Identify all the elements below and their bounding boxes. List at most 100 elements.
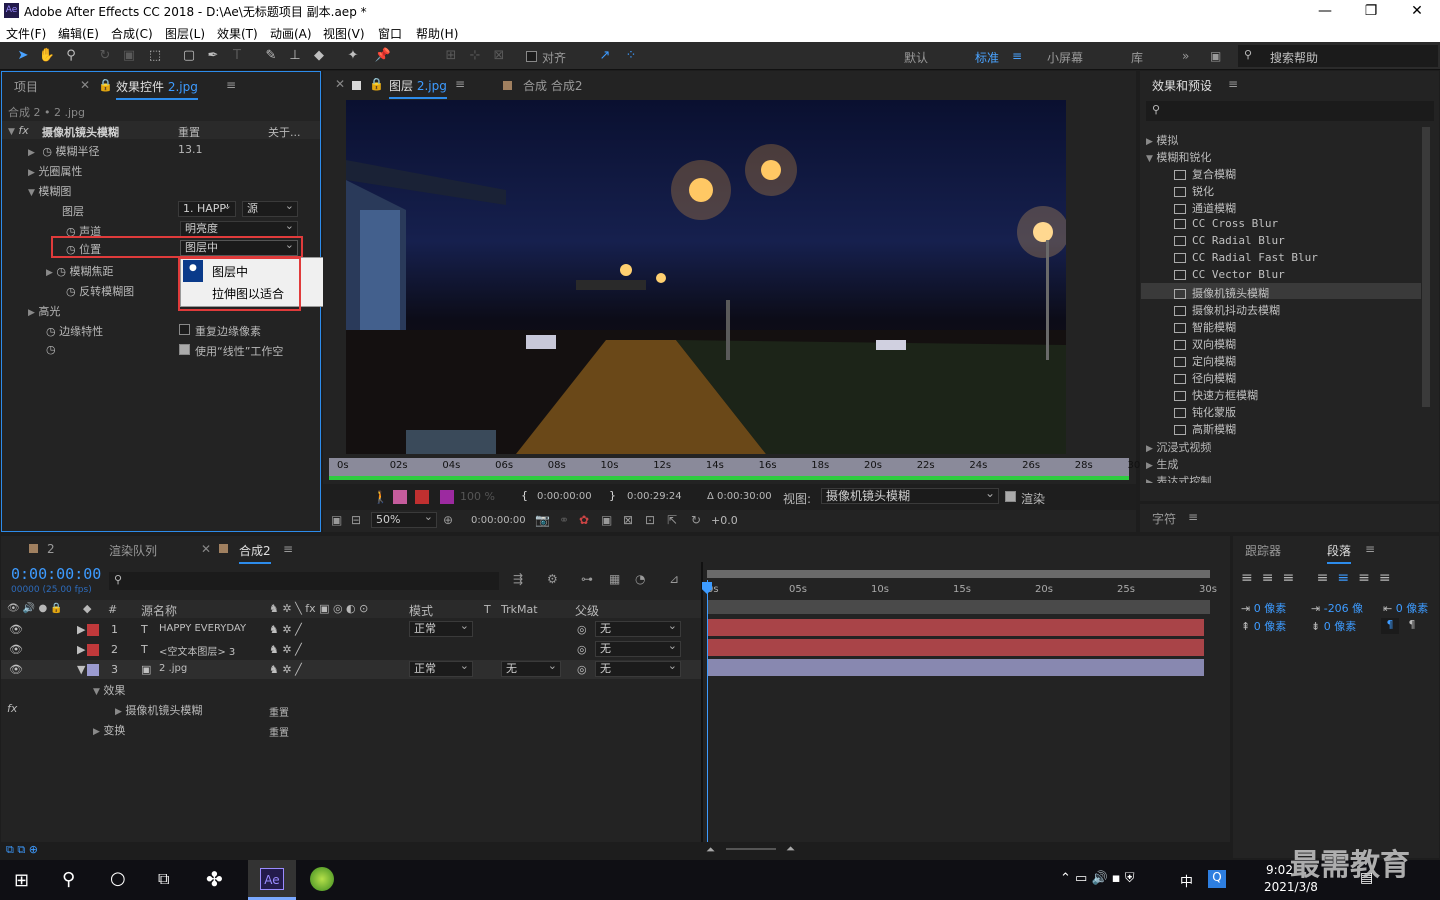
stopwatch-icon[interactable]: ◷ [56, 265, 66, 278]
layer-switches-icon[interactable]: ♞ ✲ ╱ [269, 623, 302, 636]
playhead[interactable] [707, 580, 708, 842]
menu-file[interactable]: 文件(F) [6, 25, 46, 42]
blur-radius-value[interactable]: 13.1 [178, 143, 203, 156]
tab-tracker[interactable]: 跟踪器 [1245, 542, 1281, 559]
visibility-icon[interactable]: 👁 [9, 643, 23, 656]
qq-icon[interactable]: Q [1208, 870, 1226, 888]
effect-item[interactable]: CC Radial Fast Blur [1174, 251, 1318, 264]
always-preview-icon[interactable]: ▣ [331, 513, 342, 527]
comp-mini-flowchart-icon[interactable]: ⇶ [513, 572, 523, 586]
effect-row[interactable]: ▶ 摄像机镜头模糊 [115, 702, 202, 718]
out-point-icon[interactable] [415, 490, 429, 504]
graph-editor-icon[interactable]: ⊿ [669, 572, 679, 586]
layer-mode-select[interactable]: 正常 [409, 659, 473, 677]
effect-item[interactable]: 双向模糊 [1174, 336, 1236, 352]
workspace-small-screen[interactable]: 小屏幕 [1047, 49, 1083, 66]
source-select[interactable]: 源 [242, 199, 298, 217]
frame-blend-icon[interactable]: ▦ [609, 572, 620, 586]
layer-mode-select[interactable]: 正常 [409, 619, 473, 637]
menu-composition[interactable]: 合成(C) [111, 25, 153, 42]
layer-label-color[interactable] [87, 624, 99, 636]
menu-effect[interactable]: 效果(T) [217, 25, 258, 42]
lock-icon[interactable]: 🔒 [98, 78, 113, 92]
zoom-slider[interactable] [726, 848, 776, 850]
selection-tool-icon[interactable]: ➤ [14, 47, 32, 65]
category-immersive[interactable]: ▶ 沉浸式视频 [1146, 439, 1211, 455]
category-blur-sharpen[interactable]: ▼ 模糊和锐化 [1146, 149, 1211, 165]
close-tab-icon[interactable]: ✕ [201, 542, 211, 556]
menu-animation[interactable]: 动画(A) [270, 25, 312, 42]
pickwhip-icon[interactable]: ◎ [577, 663, 587, 676]
effect-item[interactable]: 智能模糊 [1174, 319, 1236, 335]
close-icon[interactable]: ✕ [1394, 1, 1440, 21]
clone-stamp-tool-icon[interactable]: ⊥ [286, 47, 304, 65]
tab-paragraph[interactable]: 段落 [1327, 542, 1352, 564]
expand-layer-icon[interactable]: ▶ [77, 643, 85, 656]
sync-settings-icon[interactable]: ▣ [1210, 49, 1221, 63]
panel-menu-icon[interactable]: ≡ [283, 542, 293, 556]
timeline-ruler[interactable]: 0s 05s 10s 15s 20s 25s 30s [707, 580, 1217, 600]
menu-edit[interactable]: 编辑(E) [58, 25, 99, 42]
brush-tool-icon[interactable]: ✎ [262, 47, 280, 65]
prop-blur-map[interactable]: ▼ 模糊图 [28, 183, 71, 199]
effects-group[interactable]: ▼ 效果 [93, 682, 125, 698]
layer-search-input[interactable]: ⚲ [109, 572, 499, 590]
roto-brush-tool-icon[interactable]: ✦ [344, 47, 362, 65]
time-navigator[interactable] [707, 570, 1210, 578]
stopwatch-icon[interactable]: ◷ [46, 325, 56, 338]
axis-local-icon[interactable]: ⊞ [442, 47, 460, 65]
color-swatch[interactable] [440, 490, 454, 504]
layer-bar-3[interactable] [707, 659, 1204, 676]
effect-item[interactable]: 摄像机抖动去模糊 [1174, 302, 1280, 318]
work-area-bar[interactable] [707, 600, 1210, 614]
stopwatch-icon[interactable]: ◷ [66, 243, 76, 256]
effect-item[interactable]: CC Vector Blur [1174, 268, 1285, 281]
out-marker-icon[interactable]: } [609, 489, 616, 502]
task-view-icon[interactable]: ⧉ [158, 869, 169, 889]
panel-menu-icon[interactable]: ≡ [1365, 542, 1375, 556]
linear-workspace-checkbox[interactable] [179, 344, 190, 355]
tab-comp-number[interactable]: 2 [47, 542, 55, 556]
layer-parent-select[interactable]: 无 [595, 659, 681, 677]
col-source-name[interactable]: 源名称 [141, 602, 177, 619]
panel-menu-icon[interactable]: ≡ [1188, 510, 1198, 524]
timecode[interactable]: 0:00:00:00 [11, 565, 101, 583]
watermelon-app-icon[interactable] [310, 867, 334, 891]
view-select[interactable]: 摄像机镜头模糊 [821, 486, 999, 504]
layer-row[interactable]: 👁 ▶ 1 T HAPPY EVERYDAY ♞ ✲ ╱ ◎ 正常 无 [1, 619, 701, 639]
axis-view-icon[interactable]: ⊠ [490, 47, 508, 65]
transform-reset-link[interactable]: 重置 [269, 724, 289, 739]
workspace-libraries[interactable]: 库 [1131, 49, 1143, 66]
effects-scrollbar[interactable] [1422, 127, 1430, 407]
effect-item[interactable]: 定向模糊 [1174, 353, 1236, 369]
ae-taskbar-button[interactable]: Ae [248, 860, 296, 900]
puppet-pin-tool-icon[interactable]: 📌 [374, 47, 392, 65]
tab-layer[interactable]: 图层 2.jpg [389, 77, 447, 99]
opacity-value[interactable]: 100 % [460, 490, 495, 503]
transform-group[interactable]: ▶ 变换 [93, 722, 125, 738]
tab-effect-controls[interactable]: 效果控件 2.jpg [116, 78, 198, 100]
layer-parent-select[interactable]: 无 [595, 639, 681, 657]
maximize-icon[interactable]: ❐ [1348, 1, 1394, 21]
layer-switches-icon[interactable]: ♞ ✲ ╱ [269, 643, 302, 656]
expand-layer-icon[interactable]: ▶ [77, 623, 85, 636]
minimize-icon[interactable]: — [1302, 1, 1348, 21]
close-tab-icon[interactable]: ✕ [335, 77, 345, 91]
layer-row[interactable]: 👁 ▼ 3 ▣ 2 .jpg ♞ ✲ ╱ ◎ 正常 无 无 [1, 659, 701, 679]
render-checkbox[interactable] [1005, 491, 1016, 502]
effect-reset-link[interactable]: 重置 [269, 704, 289, 719]
pickwhip-icon[interactable]: ◎ [577, 643, 587, 656]
character-tab[interactable]: 字符 [1152, 510, 1176, 527]
ime-indicator[interactable]: 中 [1180, 871, 1193, 890]
camera-tool-icon[interactable]: ▣ [120, 47, 138, 65]
channel-select[interactable]: 明亮度 [180, 219, 298, 237]
effect-item[interactable]: CC Cross Blur [1174, 217, 1278, 230]
category-simulate[interactable]: ▶ 模拟 [1146, 132, 1178, 148]
exposure-value[interactable]: +0.0 [711, 514, 738, 527]
prop-highlight[interactable]: ▶ 高光 [28, 303, 60, 319]
layer-label-color[interactable] [87, 664, 99, 676]
prop-blur-focal[interactable]: ▶ ◷ 模糊焦距 [46, 263, 114, 279]
snapshot-icon[interactable]: 📷 [535, 513, 550, 527]
effects-search-input[interactable]: ⚲ [1146, 101, 1434, 121]
effect-item[interactable]: 锐化 [1174, 183, 1214, 199]
